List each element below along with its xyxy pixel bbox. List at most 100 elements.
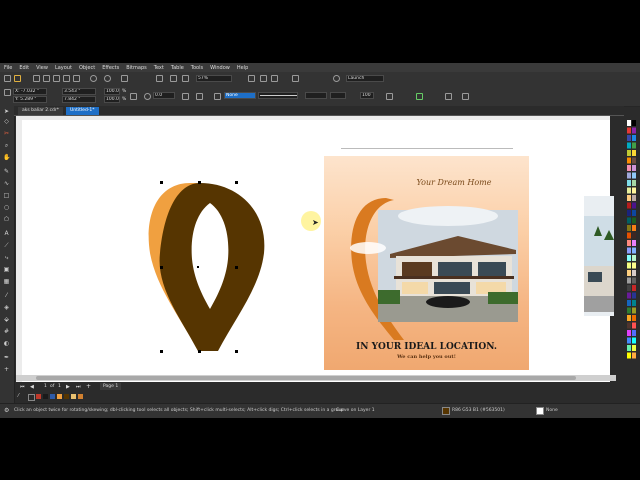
palette-swatch[interactable]: [627, 262, 631, 269]
export-icon[interactable]: [170, 75, 177, 82]
scale-height-field[interactable]: 100.0: [104, 96, 120, 103]
publish-pdf-icon[interactable]: [182, 75, 189, 82]
palette-swatch[interactable]: [627, 157, 631, 164]
palette-swatch[interactable]: [627, 225, 631, 231]
palette-swatch[interactable]: [627, 285, 631, 291]
palette-swatch[interactable]: [627, 232, 631, 239]
shape-tool-icon[interactable]: ◇: [3, 118, 10, 125]
palette-swatch[interactable]: [632, 217, 636, 224]
palette-swatch[interactable]: [627, 337, 631, 344]
palette-swatch[interactable]: [627, 142, 631, 149]
palette-swatch[interactable]: [627, 352, 631, 359]
palette-swatch[interactable]: [632, 330, 636, 336]
no-color-swatch[interactable]: [28, 394, 35, 401]
swatch-brown[interactable]: [64, 394, 69, 399]
line-style-select[interactable]: [258, 92, 298, 99]
eyedropper-tool-icon[interactable]: ⁄: [3, 292, 10, 299]
paste-icon[interactable]: [73, 75, 80, 82]
outline-color-swatch[interactable]: [536, 407, 544, 415]
selection-handle-tl[interactable]: [160, 181, 163, 184]
prev-page-icon[interactable]: ◀: [30, 384, 34, 390]
snap-to-icon[interactable]: [292, 75, 299, 82]
height-field[interactable]: 7.842 ": [62, 96, 96, 103]
selection-handle-bl[interactable]: [160, 350, 163, 353]
offpage-house-image[interactable]: [584, 196, 614, 316]
palette-swatch[interactable]: [632, 232, 636, 239]
swatch-black[interactable]: [43, 394, 48, 399]
color-swatches[interactable]: [624, 116, 640, 406]
palette-swatch[interactable]: [632, 210, 636, 216]
poster-artwork[interactable]: Your Dream Home IN YOUR IDEAL LOCATION. …: [324, 156, 529, 370]
palette-swatch[interactable]: [627, 135, 631, 141]
mirror-vertical-icon[interactable]: [196, 93, 203, 100]
selection-handle-mr[interactable]: [235, 266, 238, 269]
menu-file[interactable]: File: [4, 65, 12, 71]
location-pin-shape[interactable]: [140, 175, 280, 355]
cut-icon[interactable]: [53, 75, 60, 82]
freehand-tool-icon[interactable]: ✎: [3, 168, 10, 175]
lock-ratio-icon[interactable]: [130, 93, 137, 100]
show-rulers-icon[interactable]: [260, 75, 267, 82]
tab-document-1[interactable]: aks baliar 2.cdr*: [18, 107, 64, 115]
palette-swatch[interactable]: [632, 255, 636, 261]
mirror-horizontal-icon[interactable]: [182, 93, 189, 100]
add-tool-icon[interactable]: +: [3, 366, 10, 373]
show-grid-icon[interactable]: [271, 75, 278, 82]
swatch-amber[interactable]: [78, 394, 83, 399]
align-distribute-icon[interactable]: [445, 93, 452, 100]
first-page-icon[interactable]: ⏮: [20, 384, 25, 390]
palette-swatch[interactable]: [632, 300, 636, 306]
selection-handle-br[interactable]: [235, 350, 238, 353]
palette-swatch[interactable]: [627, 202, 631, 209]
palette-swatch[interactable]: [627, 120, 631, 126]
redo-icon[interactable]: [104, 75, 111, 82]
palette-swatch[interactable]: [632, 180, 636, 186]
palette-swatch[interactable]: [632, 195, 636, 201]
save-icon[interactable]: [33, 75, 40, 82]
palette-swatch[interactable]: [632, 165, 636, 171]
palette-swatch[interactable]: [632, 307, 636, 314]
palette-swatch[interactable]: [627, 315, 631, 321]
menu-text[interactable]: Text: [154, 65, 164, 71]
selection-handle-tr[interactable]: [235, 181, 238, 184]
palette-swatch[interactable]: [627, 217, 631, 224]
pick-tool-icon[interactable]: ➤: [3, 108, 10, 115]
start-arrowhead-select[interactable]: [305, 92, 327, 99]
palette-swatch[interactable]: [632, 337, 636, 344]
zoom-level-select[interactable]: 57%: [196, 75, 232, 82]
open-icon[interactable]: [14, 75, 21, 82]
width-field[interactable]: 3.543 ": [62, 88, 96, 95]
menu-effects[interactable]: Effects: [102, 65, 119, 71]
palette-swatch[interactable]: [627, 150, 631, 156]
interactive-fill-tool-icon[interactable]: ◈: [3, 304, 10, 311]
palette-swatch[interactable]: [627, 187, 631, 194]
parallel-dimension-tool-icon[interactable]: ⟋: [3, 242, 10, 249]
palette-swatch[interactable]: [632, 240, 636, 246]
rotation-angle-field[interactable]: 0.0: [153, 92, 175, 99]
import-icon[interactable]: [156, 75, 163, 82]
convert-to-curves-icon[interactable]: [386, 93, 393, 100]
scrollbar-thumb[interactable]: [36, 376, 576, 380]
x-position-field[interactable]: X: -7.032 ": [13, 88, 47, 95]
palette-swatch[interactable]: [627, 240, 631, 246]
palette-swatch[interactable]: [627, 270, 631, 276]
palette-swatch[interactable]: [627, 180, 631, 186]
outline-tool-icon[interactable]: ✒: [3, 354, 10, 361]
palette-swatch[interactable]: [627, 165, 631, 171]
menu-edit[interactable]: Edit: [19, 65, 29, 71]
tab-document-2[interactable]: Untitled-1*: [66, 107, 99, 115]
palette-swatch[interactable]: [632, 345, 636, 351]
text-tool-icon[interactable]: A: [3, 230, 10, 237]
palette-swatch[interactable]: [632, 277, 636, 284]
palette-swatch[interactable]: [632, 202, 636, 209]
palette-swatch[interactable]: [632, 285, 636, 291]
artistic-media-tool-icon[interactable]: ∿: [3, 180, 10, 187]
next-page-icon[interactable]: ▶: [66, 384, 70, 390]
palette-swatch[interactable]: [627, 345, 631, 351]
copy-icon[interactable]: [63, 75, 70, 82]
horizontal-scrollbar[interactable]: [16, 375, 616, 381]
search-content-icon[interactable]: [121, 75, 128, 82]
swatch-blue[interactable]: [50, 394, 55, 399]
palette-swatch[interactable]: [632, 150, 636, 156]
palette-swatch[interactable]: [632, 127, 636, 134]
